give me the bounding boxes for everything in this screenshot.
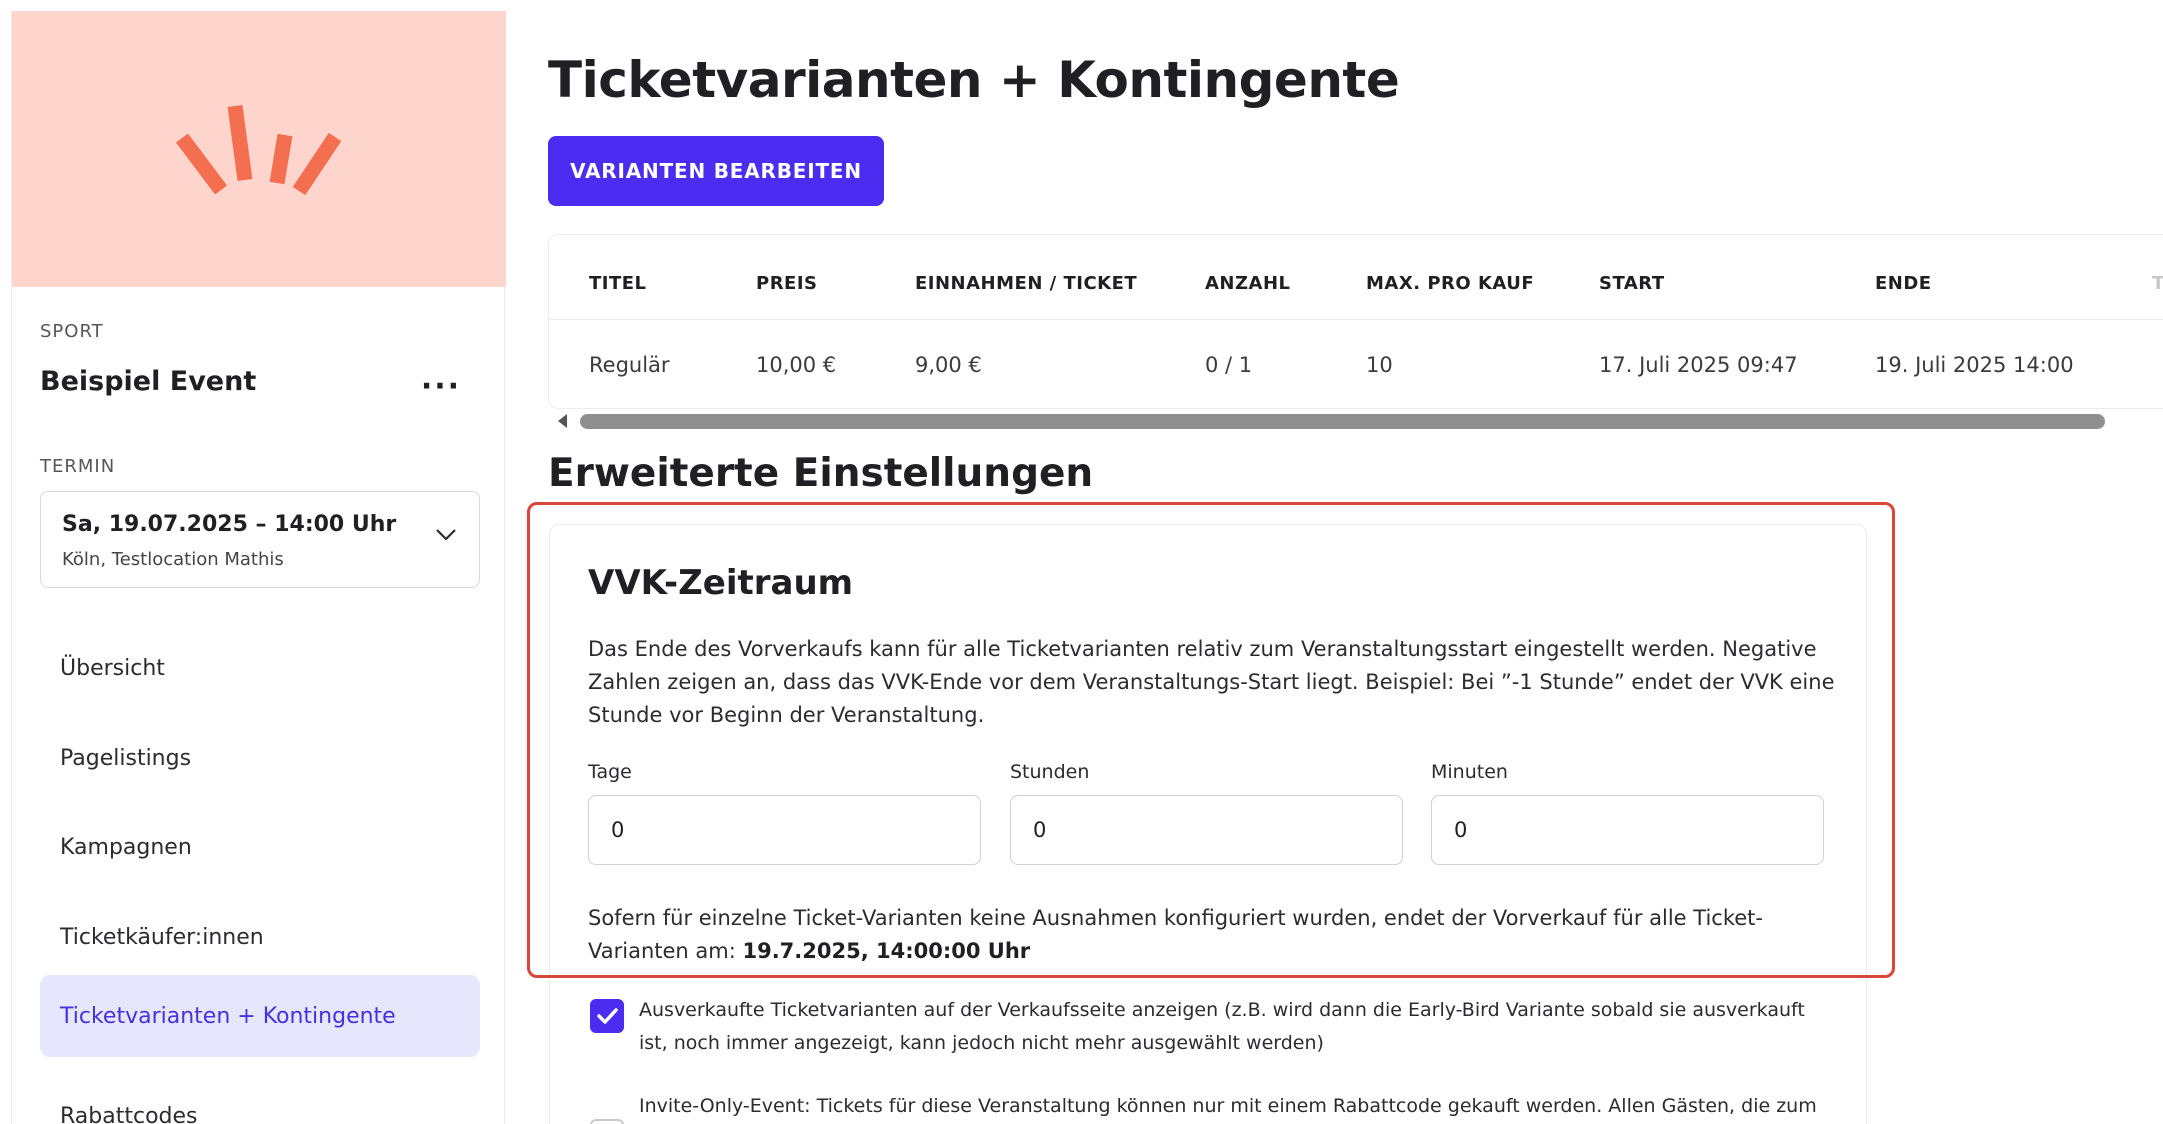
stunden-input-value: 0 [1033,818,1047,842]
advanced-settings-title: Erweiterte Einstellungen [548,451,1094,496]
main-content: Ticketvarianten + Kontingente VARIANTEN … [505,11,2163,1124]
minuten-input[interactable]: 0 [1431,795,1824,865]
sidebar-item-label: Kampagnen [60,834,192,860]
sidebar-item-rabattcodes[interactable]: Rabattcodes [40,1075,480,1124]
cell-anzahl: 0 / 1 [1205,353,1253,377]
table-header-anzahl: ANZAHL [1205,273,1291,294]
table-header-start: START [1599,273,1665,294]
chevron-down-icon [436,529,456,541]
show-soldout-checkbox[interactable] [590,999,624,1033]
tage-input[interactable]: 0 [588,795,981,865]
cell-max-pro-kauf: 10 [1366,353,1393,377]
table-horizontal-scrollbar[interactable] [580,414,2105,429]
tage-input-value: 0 [611,818,625,842]
vvk-title: VVK-Zeitraum [588,563,854,603]
table-header-preis: PREIS [756,273,818,294]
minuten-input-value: 0 [1454,818,1468,842]
cell-einnahmen: 9,00 € [915,353,982,377]
sidebar-item-ticketkaeufer[interactable]: Ticketkäufer:innen [40,896,480,978]
sidebar-item-kampagnen[interactable]: Kampagnen [40,806,480,888]
sidebar-item-ticketvarianten[interactable]: Ticketvarianten + Kontingente [40,975,480,1057]
sidebar: SPORT Beispiel Event ··· TERMIN Sa, 19.0… [11,11,506,1124]
vvk-description: Das Ende des Vorverkaufs kann für alle T… [588,637,1835,727]
date-select-location: Köln, Testlocation Mathis [62,549,284,570]
cell-ende: 19. Juli 2025 14:00 [1875,353,2074,377]
table-header-ende: ENDE [1875,273,1932,294]
event-category: SPORT [40,321,104,342]
scroll-left-arrow-icon[interactable] [556,413,570,429]
termin-label: TERMIN [40,456,116,477]
vvk-end-date: 19.7.2025, 14:00:00 Uhr [742,939,1031,963]
app-window: SPORT Beispiel Event ··· TERMIN Sa, 19.0… [0,0,2163,1124]
cell-preis: 10,00 € [756,353,837,377]
invite-only-checkbox[interactable] [590,1119,624,1124]
table-header-titel: TITEL [589,273,647,294]
cell-titel: Regulär [589,353,670,377]
table-header-max-pro-kauf: MAX. PRO KAUF [1366,273,1535,294]
cell-start: 17. Juli 2025 09:47 [1599,353,1798,377]
sidebar-item-label: Übersicht [60,655,165,681]
table-header-einnahmen: EINNAHMEN / TICKET [915,273,1138,294]
show-soldout-label: Ausverkaufte Ticketvarianten auf der Ver… [639,999,1805,1054]
sidebar-item-label: Ticketkäufer:innen [60,924,264,950]
edit-variants-button[interactable]: VARIANTEN BEARBEITEN [548,136,884,206]
sidebar-item-label: Ticketvarianten + Kontingente [60,1003,396,1029]
ticket-variants-table: TITEL PREIS EINNAHMEN / TICKET ANZAHL MA… [548,234,2163,409]
stunden-label: Stunden [1010,761,1090,783]
page-title: Ticketvarianten + Kontingente [548,51,1400,109]
date-select[interactable]: Sa, 19.07.2025 – 14:00 Uhr Köln, Testloc… [40,491,480,588]
event-name: Beispiel Event [40,366,257,397]
sidebar-item-uebersicht[interactable]: Übersicht [40,627,480,709]
sidebar-item-pagelistings[interactable]: Pagelistings [40,717,480,799]
table-header-truncated: T [2152,273,2163,294]
event-logo-icon [176,104,342,196]
minuten-label: Minuten [1431,761,1508,783]
tage-label: Tage [588,761,632,783]
stunden-input[interactable]: 0 [1010,795,1403,865]
sidebar-item-label: Rabattcodes [60,1103,198,1124]
vvk-end-hint: Sofern für einzelne Ticket-Varianten kei… [588,902,1848,968]
date-select-value: Sa, 19.07.2025 – 14:00 Uhr [62,512,397,537]
checkmark-icon [597,1008,618,1024]
sidebar-item-label: Pagelistings [60,745,192,771]
event-hero-image [12,11,506,287]
more-options-button[interactable]: ··· [416,367,466,405]
invite-only-label: Invite-Only-Event: Tickets für diese Ver… [639,1095,1817,1117]
table-divider [549,319,2163,320]
